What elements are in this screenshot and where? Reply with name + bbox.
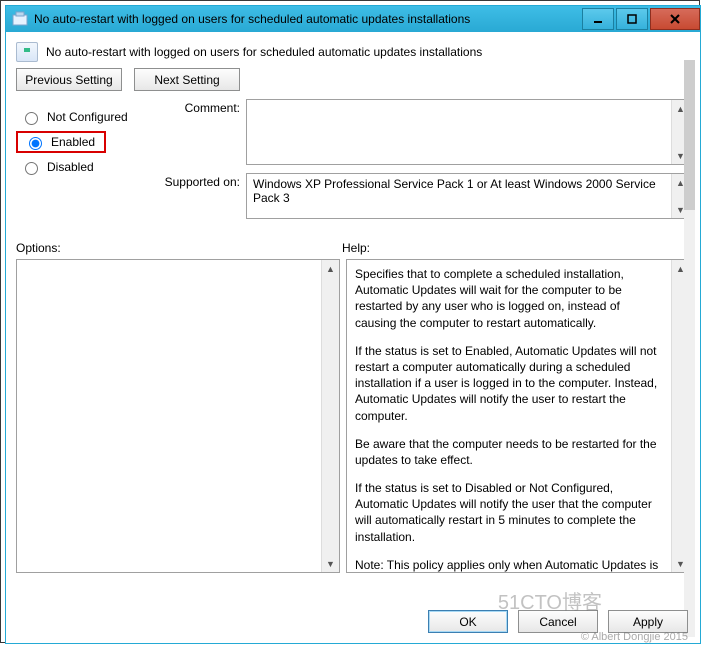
radio-not-configured-label: Not Configured xyxy=(47,110,128,124)
scroll-up-icon[interactable]: ▲ xyxy=(322,260,339,277)
radio-enabled-input[interactable] xyxy=(29,137,42,150)
minimize-button[interactable] xyxy=(582,8,614,30)
titlebar: No auto-restart with logged on users for… xyxy=(6,6,700,32)
previous-setting-button[interactable]: Previous Setting xyxy=(16,68,122,91)
supported-on-label: Supported on: xyxy=(156,173,240,189)
window-title: No auto-restart with logged on users for… xyxy=(34,12,580,26)
supported-on-field: Windows XP Professional Service Pack 1 o… xyxy=(246,173,690,219)
radio-disabled[interactable]: Disabled xyxy=(16,157,150,177)
radio-not-configured[interactable]: Not Configured xyxy=(16,107,150,127)
state-radio-group: Not Configured Enabled Disabled xyxy=(16,99,150,219)
close-button[interactable] xyxy=(650,8,700,30)
comment-label: Comment: xyxy=(156,99,240,115)
maximize-button[interactable] xyxy=(616,8,648,30)
help-paragraph: If the status is set to Disabled or Not … xyxy=(355,480,663,545)
policy-icon xyxy=(16,42,38,62)
comment-field-wrapper: ▲ ▼ xyxy=(246,99,690,165)
radio-enabled-label: Enabled xyxy=(51,135,95,149)
dialog-window: No auto-restart with logged on users for… xyxy=(5,5,701,644)
help-paragraph: Note: This policy applies only when Auto… xyxy=(355,557,663,572)
policy-name: No auto-restart with logged on users for… xyxy=(46,45,482,59)
dialog-buttons: OK Cancel Apply xyxy=(428,610,688,633)
next-setting-button[interactable]: Next Setting xyxy=(134,68,240,91)
radio-disabled-label: Disabled xyxy=(47,160,94,174)
comment-input[interactable] xyxy=(247,100,671,164)
dialog-content: No auto-restart with logged on users for… xyxy=(8,32,698,641)
supported-on-text: Windows XP Professional Service Pack 1 o… xyxy=(247,174,671,218)
help-text: Specifies that to complete a scheduled i… xyxy=(347,260,671,572)
help-paragraph: Be aware that the computer needs to be r… xyxy=(355,436,663,468)
app-icon xyxy=(12,11,28,27)
radio-disabled-input[interactable] xyxy=(25,162,38,175)
help-label: Help: xyxy=(342,241,370,255)
radio-not-configured-input[interactable] xyxy=(25,112,38,125)
cancel-button[interactable]: Cancel xyxy=(518,610,598,633)
help-paragraph: Specifies that to complete a scheduled i… xyxy=(355,266,663,331)
options-scrollbar[interactable]: ▲ ▼ xyxy=(321,260,339,572)
apply-button[interactable]: Apply xyxy=(608,610,688,633)
help-panel: Specifies that to complete a scheduled i… xyxy=(346,259,690,573)
options-panel-inner xyxy=(17,260,321,572)
options-label: Options: xyxy=(16,241,342,255)
help-paragraph: If the status is set to Enabled, Automat… xyxy=(355,343,663,424)
ok-button[interactable]: OK xyxy=(428,610,508,633)
options-panel: ▲ ▼ xyxy=(16,259,340,573)
scroll-down-icon[interactable]: ▼ xyxy=(322,555,339,572)
window-scrollbar[interactable] xyxy=(684,60,695,637)
radio-enabled[interactable]: Enabled xyxy=(16,131,106,153)
